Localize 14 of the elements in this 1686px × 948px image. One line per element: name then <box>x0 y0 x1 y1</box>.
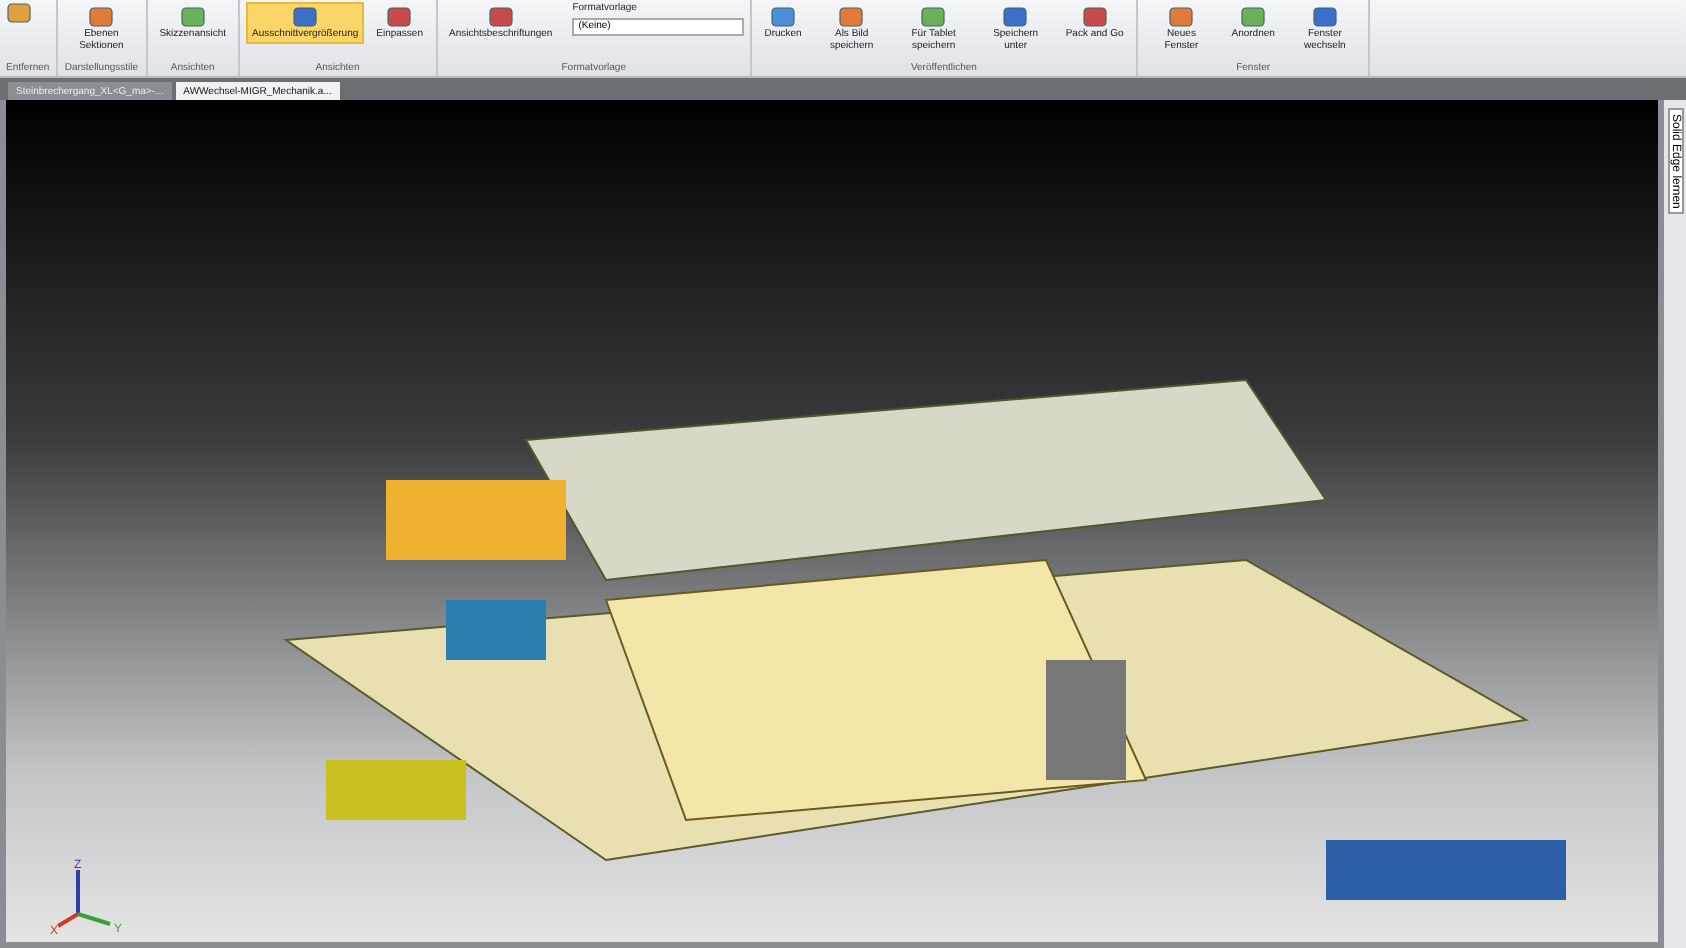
tool-icon <box>770 6 797 28</box>
tool-icon <box>838 6 865 28</box>
tool-icon <box>179 6 206 28</box>
tool-icon <box>1081 6 1108 28</box>
tool-icon <box>920 6 947 28</box>
tool-icon <box>292 6 319 28</box>
tool-icon <box>1002 6 1029 28</box>
tool-icon <box>386 6 413 28</box>
tool-icon <box>6 2 32 24</box>
tool-icon <box>487 6 514 28</box>
tool-icon <box>88 6 115 28</box>
tool-icon <box>1311 6 1338 28</box>
tool-icon <box>1168 6 1195 28</box>
tool-icon <box>1240 6 1267 28</box>
